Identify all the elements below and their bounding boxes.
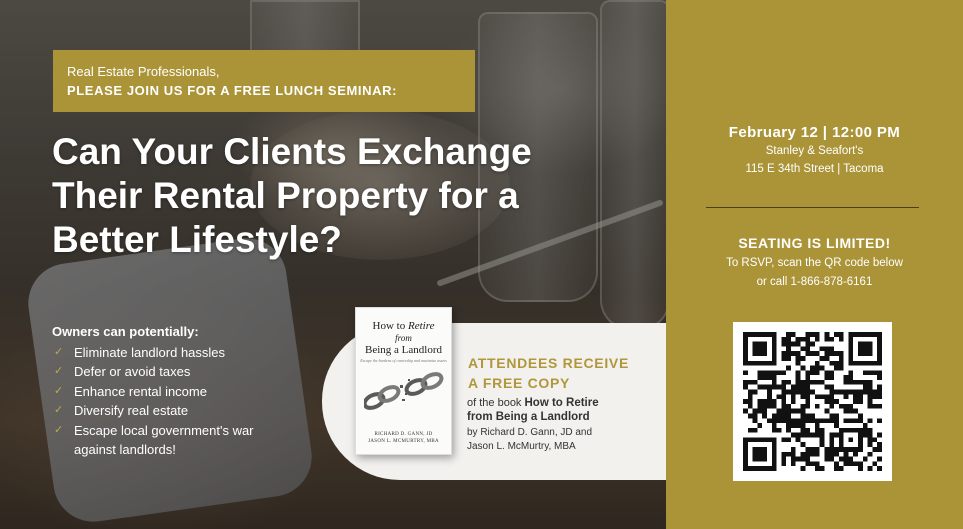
invitation-banner: Real Estate Professionals, PLEASE JOIN U… (53, 50, 475, 112)
rsvp-phone[interactable]: or call 1-866-878-6161 (666, 276, 963, 288)
headline-line: Better Lifestyle? (52, 219, 342, 260)
main-headline: Can Your Clients Exchange Their Rental P… (52, 130, 652, 262)
check-icon: ✓ (54, 423, 64, 436)
book-cover-title: Being a Landlord (365, 344, 442, 356)
free-copy-heading-line: ATTENDEES RECEIVE (468, 355, 629, 371)
qr-code-icon[interactable] (733, 322, 892, 481)
event-date: February 12 | 12:00 PM (728, 124, 901, 141)
book-cover-subtitle: Escape the burdens of ownership and maxi… (360, 358, 447, 363)
rsvp-instruction: To RSVP, scan the QR code below (726, 257, 903, 269)
event-address: 115 E 34th Street | Tacoma (745, 163, 884, 175)
list-item: ✓ Diversify real estate (52, 401, 254, 420)
byline-line: by Richard D. Gann, JD and (467, 427, 593, 438)
seminar-flyer: Real Estate Professionals, PLEASE JOIN U… (0, 0, 963, 529)
headline-line: Can Your Clients Exchange (52, 131, 532, 172)
book-description: of the book How to Retire from Being a L… (467, 396, 599, 424)
book-description-prefix: of the book (467, 397, 522, 409)
free-copy-heading-line: A FREE COPY (468, 375, 571, 391)
list-item: ✓ Defer or avoid taxes (52, 362, 254, 381)
byline-line: Jason L. McMurtry, MBA (467, 441, 576, 452)
book-cover-author: JASON L. MCMURTRY, MBA (368, 439, 439, 444)
free-copy-heading: ATTENDEES RECEIVE A FREE COPY (468, 353, 629, 393)
list-item-continuation: against landlords! (74, 442, 176, 458)
seating-notice: SEATING IS LIMITED! (738, 235, 891, 251)
event-venue: Stanley & Seafort's (765, 145, 864, 157)
check-icon: ✓ (54, 404, 64, 417)
book-title: from Being a Landlord (467, 411, 590, 423)
list-item: ✓ Enhance rental income (52, 382, 254, 401)
divider (706, 207, 919, 208)
invitation-heading: PLEASE JOIN US FOR A FREE LUNCH SEMINAR: (67, 83, 398, 98)
benefits-title: Owners can potentially: (52, 324, 199, 339)
book-byline: by Richard D. Gann, JD and Jason L. McMu… (467, 426, 592, 454)
list-item: ✓ Escape local government's war (52, 421, 254, 440)
check-icon: ✓ (54, 384, 64, 397)
book-cover-title: from (395, 333, 412, 343)
book-title: How to Retire (524, 397, 599, 409)
book-cover: How to Retire from Being a Landlord Esca… (355, 307, 452, 455)
book-cover-author: RICHARD D. GANN, JD (374, 432, 433, 437)
benefits-list: Owners can potentially: ✓ Eliminate landl… (52, 324, 254, 459)
qr-code-graphic (743, 332, 882, 471)
broken-chain-icon (363, 372, 443, 410)
headline-line: Their Rental Property for a (52, 175, 519, 216)
list-item: ✓ Eliminate landlord hassles (52, 343, 254, 362)
check-icon: ✓ (54, 346, 64, 358)
benefits-items: ✓ Eliminate landlord hassles ✓ Defer or av… (52, 343, 254, 459)
book-cover-title: How to Retire (372, 320, 435, 332)
audience-label: Real Estate Professionals, (67, 64, 220, 79)
check-icon: ✓ (54, 365, 64, 378)
